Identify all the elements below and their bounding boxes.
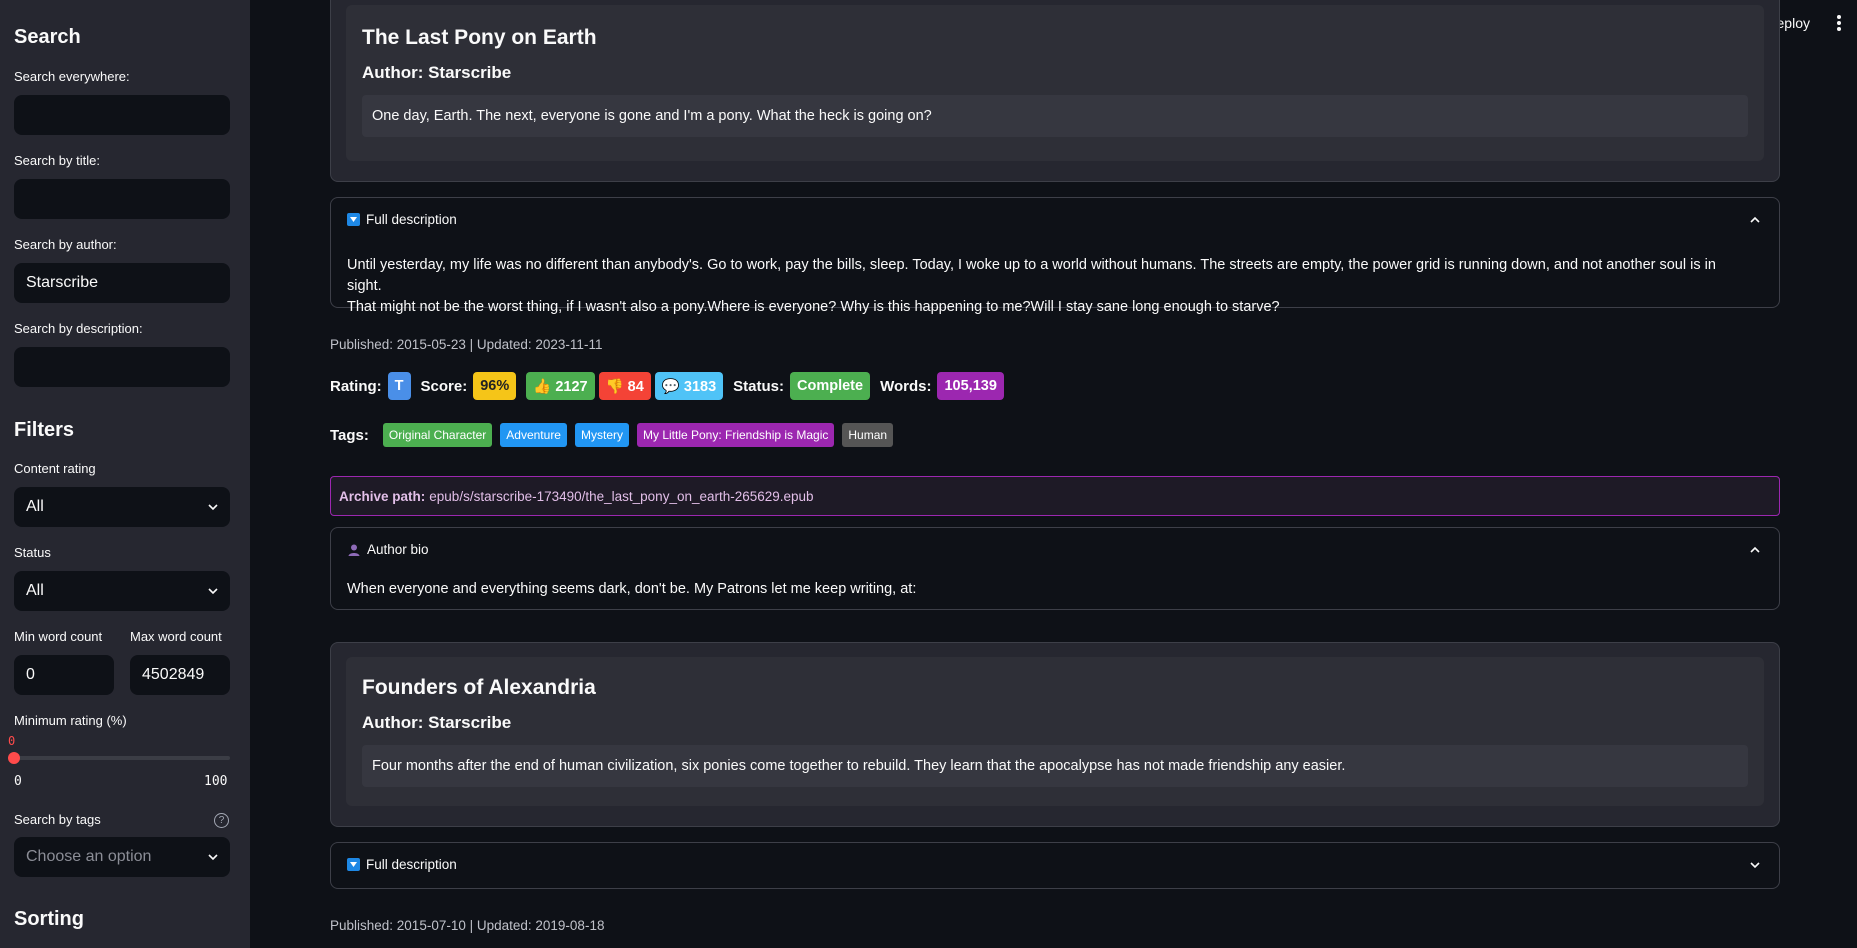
max-word-input[interactable]: 4502849 bbox=[130, 655, 230, 695]
author-bio-text: When everyone and everything seems dark,… bbox=[347, 581, 917, 597]
story-title: The Last Pony on Earth bbox=[362, 26, 597, 49]
min-rating-label: Minimum rating (%) bbox=[14, 713, 127, 728]
min-word-input[interactable]: 0 bbox=[14, 655, 114, 695]
chevron-down-icon[interactable] bbox=[1749, 860, 1761, 870]
search-author-input[interactable]: Starscribe bbox=[14, 263, 230, 303]
story-author: Author: Starscribe bbox=[362, 713, 512, 732]
full-description-label: Full description bbox=[366, 857, 457, 872]
published-dates: Published: 2015-05-23 | Updated: 2023-11… bbox=[330, 337, 603, 352]
story-card-inner: The Last Pony on Earth Author: Starscrib… bbox=[346, 5, 1764, 161]
author-bio-label: Author bio bbox=[367, 542, 429, 557]
words-badge: 105,139 bbox=[937, 372, 1004, 400]
search-author-label: Search by author: bbox=[14, 237, 117, 252]
story-short-description: One day, Earth. The next, everyone is go… bbox=[362, 95, 1748, 137]
down-arrow-icon bbox=[347, 858, 360, 871]
min-rating-current: 0 bbox=[8, 734, 16, 748]
sidebar: Search Search everywhere: Search by titl… bbox=[0, 0, 250, 948]
search-description-input[interactable] bbox=[14, 347, 230, 387]
person-icon bbox=[348, 544, 360, 556]
content-rating-value: All bbox=[26, 498, 44, 515]
search-description-label: Search by description: bbox=[14, 321, 143, 336]
story-tags: Tags: Original Character Adventure Myste… bbox=[330, 423, 894, 447]
search-title-input[interactable] bbox=[14, 179, 230, 219]
status-label: Status: bbox=[733, 377, 784, 395]
full-description-label: Full description bbox=[366, 212, 457, 227]
full-description-expander[interactable]: Full description bbox=[330, 842, 1780, 889]
published-dates: Published: 2015-07-10 | Updated: 2019-08… bbox=[330, 918, 605, 933]
score-badge: 96% bbox=[473, 372, 517, 400]
tags-placeholder: Choose an option bbox=[26, 848, 152, 865]
tags-search-label: Search by tags bbox=[14, 812, 101, 827]
full-description-line: Until yesterday, my life was no differen… bbox=[347, 257, 1716, 294]
tag-chip: Human bbox=[842, 423, 894, 447]
story-stats: Rating: T Score: 96% 👍 2127 👎 84 💬 3183 … bbox=[330, 372, 1004, 400]
tag-chip: My Little Pony: Friendship is Magic bbox=[636, 423, 835, 447]
search-section-title: Search bbox=[14, 26, 81, 48]
min-rating-max-label: 100 bbox=[204, 774, 228, 789]
filters-section-title: Filters bbox=[14, 419, 75, 441]
full-description-line: That might not be the worst thing, if I … bbox=[347, 299, 1280, 315]
chevron-down-icon bbox=[208, 504, 218, 511]
full-description-header[interactable]: Full description bbox=[347, 857, 457, 872]
min-rating-slider-track[interactable] bbox=[14, 756, 230, 760]
content-rating-label: Content rating bbox=[14, 461, 96, 476]
story-card: Founders of Alexandria Author: Starscrib… bbox=[330, 642, 1780, 827]
status-badge: Complete bbox=[790, 372, 871, 400]
full-description-expander[interactable]: Full description Until yesterday, my lif… bbox=[330, 197, 1780, 315]
sorting-section-title: Sorting bbox=[14, 908, 84, 930]
story-author: Author: Starscribe bbox=[362, 63, 512, 82]
score-label: Score: bbox=[420, 377, 468, 395]
comments-badge: 💬 3183 bbox=[654, 372, 724, 400]
min-word-label: Min word count bbox=[14, 629, 103, 644]
main-content: Deploy The Last Pony on Earth Author: St… bbox=[250, 0, 1857, 948]
min-rating-slider-thumb[interactable] bbox=[8, 752, 20, 764]
tags-multiselect[interactable]: Choose an option bbox=[14, 837, 230, 877]
tags-label: Tags: bbox=[330, 426, 369, 444]
archive-path: Archive path: epub/s/starscribe-173490/t… bbox=[330, 476, 1780, 516]
full-description-header[interactable]: Full description bbox=[347, 212, 457, 227]
chevron-up-icon[interactable] bbox=[1749, 215, 1761, 225]
archive-path-label: Archive path: bbox=[339, 488, 426, 504]
tag-chip: Mystery bbox=[574, 423, 629, 447]
story-card: The Last Pony on Earth Author: Starscrib… bbox=[330, 0, 1780, 182]
chevron-down-icon bbox=[208, 588, 218, 595]
words-label: Words: bbox=[880, 377, 932, 395]
search-everywhere-input[interactable] bbox=[14, 95, 230, 135]
author-bio-header[interactable]: Author bio bbox=[347, 542, 429, 557]
chevron-up-icon[interactable] bbox=[1749, 545, 1761, 555]
rating-label: Rating: bbox=[330, 377, 382, 395]
likes-badge: 👍 2127 bbox=[526, 372, 595, 400]
status-value: All bbox=[26, 582, 44, 599]
author-bio-expander[interactable]: Author bio When everyone and everything … bbox=[330, 527, 1780, 610]
content-rating-select[interactable]: All bbox=[14, 487, 230, 527]
main-menu-icon[interactable] bbox=[1837, 15, 1841, 31]
story-short-description: Four months after the end of human civil… bbox=[362, 745, 1748, 787]
story-card-inner: Founders of Alexandria Author: Starscrib… bbox=[346, 657, 1764, 806]
status-label: Status bbox=[14, 545, 51, 560]
down-arrow-icon bbox=[347, 213, 360, 226]
search-everywhere-label: Search everywhere: bbox=[14, 69, 130, 84]
min-rating-min-label: 0 bbox=[14, 774, 22, 789]
dislikes-badge: 👎 84 bbox=[598, 372, 651, 400]
help-icon[interactable]: ? bbox=[214, 813, 229, 828]
chevron-down-icon bbox=[208, 854, 218, 861]
tag-chip: Adventure bbox=[500, 423, 567, 447]
story-title: Founders of Alexandria bbox=[362, 676, 596, 699]
search-title-label: Search by title: bbox=[14, 153, 100, 168]
max-word-label: Max word count bbox=[130, 629, 222, 644]
full-description-text: Until yesterday, my life was no differen… bbox=[347, 255, 1739, 318]
status-select[interactable]: All bbox=[14, 571, 230, 611]
rating-badge: T bbox=[387, 372, 411, 400]
archive-path-value: epub/s/starscribe-173490/the_last_pony_o… bbox=[429, 488, 814, 504]
tag-chip: Original Character bbox=[382, 423, 493, 447]
